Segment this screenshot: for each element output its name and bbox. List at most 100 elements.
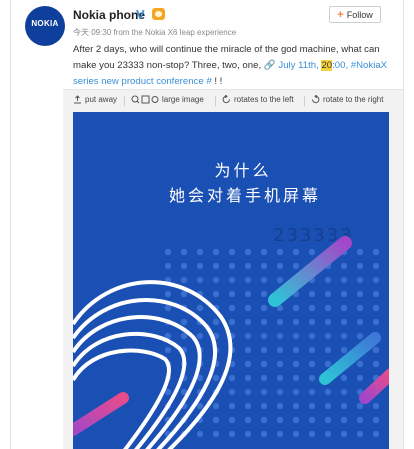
poster-dot <box>180 262 188 270</box>
poster-dot <box>196 276 204 284</box>
rotate-left-label: rotates to the left <box>234 95 294 104</box>
poster-dot <box>292 374 300 382</box>
rotate-right-label: rotate to the right <box>323 95 384 104</box>
poster-dot <box>356 332 364 340</box>
poster-dot <box>372 276 380 284</box>
poster-dot <box>164 304 172 312</box>
rotate-right-button[interactable]: rotate to the right <box>311 95 383 104</box>
large-image-button[interactable]: large image <box>131 95 204 104</box>
poster-headline-1: 为什么 <box>214 161 271 180</box>
poster-dot <box>324 346 332 354</box>
rotate-left-button[interactable]: rotates to the left <box>222 95 294 104</box>
poster-dot <box>340 374 348 382</box>
poster-dot <box>356 402 364 410</box>
poster-dot <box>244 430 252 438</box>
follow-label: Follow <box>346 9 373 20</box>
follow-button[interactable]: + Follow <box>329 6 381 23</box>
poster-dot <box>324 290 332 298</box>
poster-dot <box>292 248 300 256</box>
poster-dot <box>292 416 300 424</box>
avatar[interactable]: NOKIA <box>25 6 65 46</box>
post-text: After 2 days, who will continue the mira… <box>73 42 391 90</box>
poster-dot <box>228 430 236 438</box>
poster-dot <box>244 374 252 382</box>
poster-dot <box>212 248 220 256</box>
poster-dot <box>324 318 332 326</box>
poster-dot <box>244 304 252 312</box>
poster-image-frame[interactable]: 为什么 她会对着手机屏幕 233333 <box>63 110 403 449</box>
poster-dot <box>276 416 284 424</box>
poster-dot <box>196 332 204 340</box>
poster-dot <box>276 262 284 270</box>
poster-dot <box>308 360 316 368</box>
poster-dot <box>356 318 364 326</box>
poster-dot <box>292 262 300 270</box>
put-away-button[interactable]: put away <box>73 95 117 104</box>
poster-dot <box>228 416 236 424</box>
poster-dot <box>372 290 380 298</box>
poster-dot <box>244 388 252 396</box>
poster-dot <box>276 402 284 410</box>
post-meta: 今天 09:30 from the Nokia X6 leap experien… <box>73 28 237 37</box>
poster-dot <box>260 318 268 326</box>
poster-dot <box>372 402 380 410</box>
poster-dot <box>260 402 268 410</box>
poster-dot <box>260 374 268 382</box>
plus-icon: + <box>337 8 344 21</box>
author-name[interactable]: Nokia phone <box>73 8 145 22</box>
date-link[interactable]: July 11th, 20:00, <box>278 60 348 71</box>
poster-dot <box>212 318 220 326</box>
toolbar-divider <box>215 96 216 106</box>
poster-dot <box>180 318 188 326</box>
poster-dot <box>372 318 380 326</box>
poster-dot <box>212 290 220 298</box>
poster-dot <box>308 374 316 382</box>
poster-dot <box>276 360 284 368</box>
poster-dot <box>260 416 268 424</box>
poster-dot <box>372 248 380 256</box>
poster-dot <box>324 388 332 396</box>
poster-dot <box>244 290 252 298</box>
poster-dot <box>308 304 316 312</box>
poster-dot <box>340 332 348 340</box>
collapse-icon <box>74 95 81 104</box>
poster-dot <box>308 318 316 326</box>
poster-dot <box>356 248 364 256</box>
poster-dot <box>292 304 300 312</box>
poster-dot <box>324 332 332 340</box>
poster-dot <box>244 360 252 368</box>
poster-dot <box>228 318 236 326</box>
poster-dot <box>164 262 172 270</box>
toolbar-divider <box>124 96 125 106</box>
poster-dot <box>244 318 252 326</box>
poster-dot <box>356 304 364 312</box>
poster-dot <box>356 374 364 382</box>
put-away-label: put away <box>85 95 118 104</box>
poster-dot <box>372 416 380 424</box>
poster-dot <box>308 332 316 340</box>
rotate-right-icon <box>312 95 320 104</box>
poster-dot <box>292 388 300 396</box>
poster-dot <box>228 402 236 410</box>
poster-dot <box>292 360 300 368</box>
poster-dot <box>260 332 268 340</box>
poster-dot <box>180 332 188 340</box>
poster-dot <box>308 346 316 354</box>
poster-dot <box>324 304 332 312</box>
poster-dot <box>164 248 172 256</box>
poster-dot <box>308 290 316 298</box>
poster-dot <box>356 276 364 284</box>
poster-dot <box>276 276 284 284</box>
poster-dot <box>276 318 284 326</box>
poster-dot <box>244 262 252 270</box>
poster-dot <box>276 346 284 354</box>
poster-dot <box>228 290 236 298</box>
poster-dot <box>340 388 348 396</box>
poster-dot <box>340 318 348 326</box>
poster-dot <box>292 318 300 326</box>
poster-dot <box>164 290 172 298</box>
poster-dot <box>228 262 236 270</box>
poster-dot <box>324 276 332 284</box>
poster-dot <box>180 290 188 298</box>
poster-dot <box>292 346 300 354</box>
